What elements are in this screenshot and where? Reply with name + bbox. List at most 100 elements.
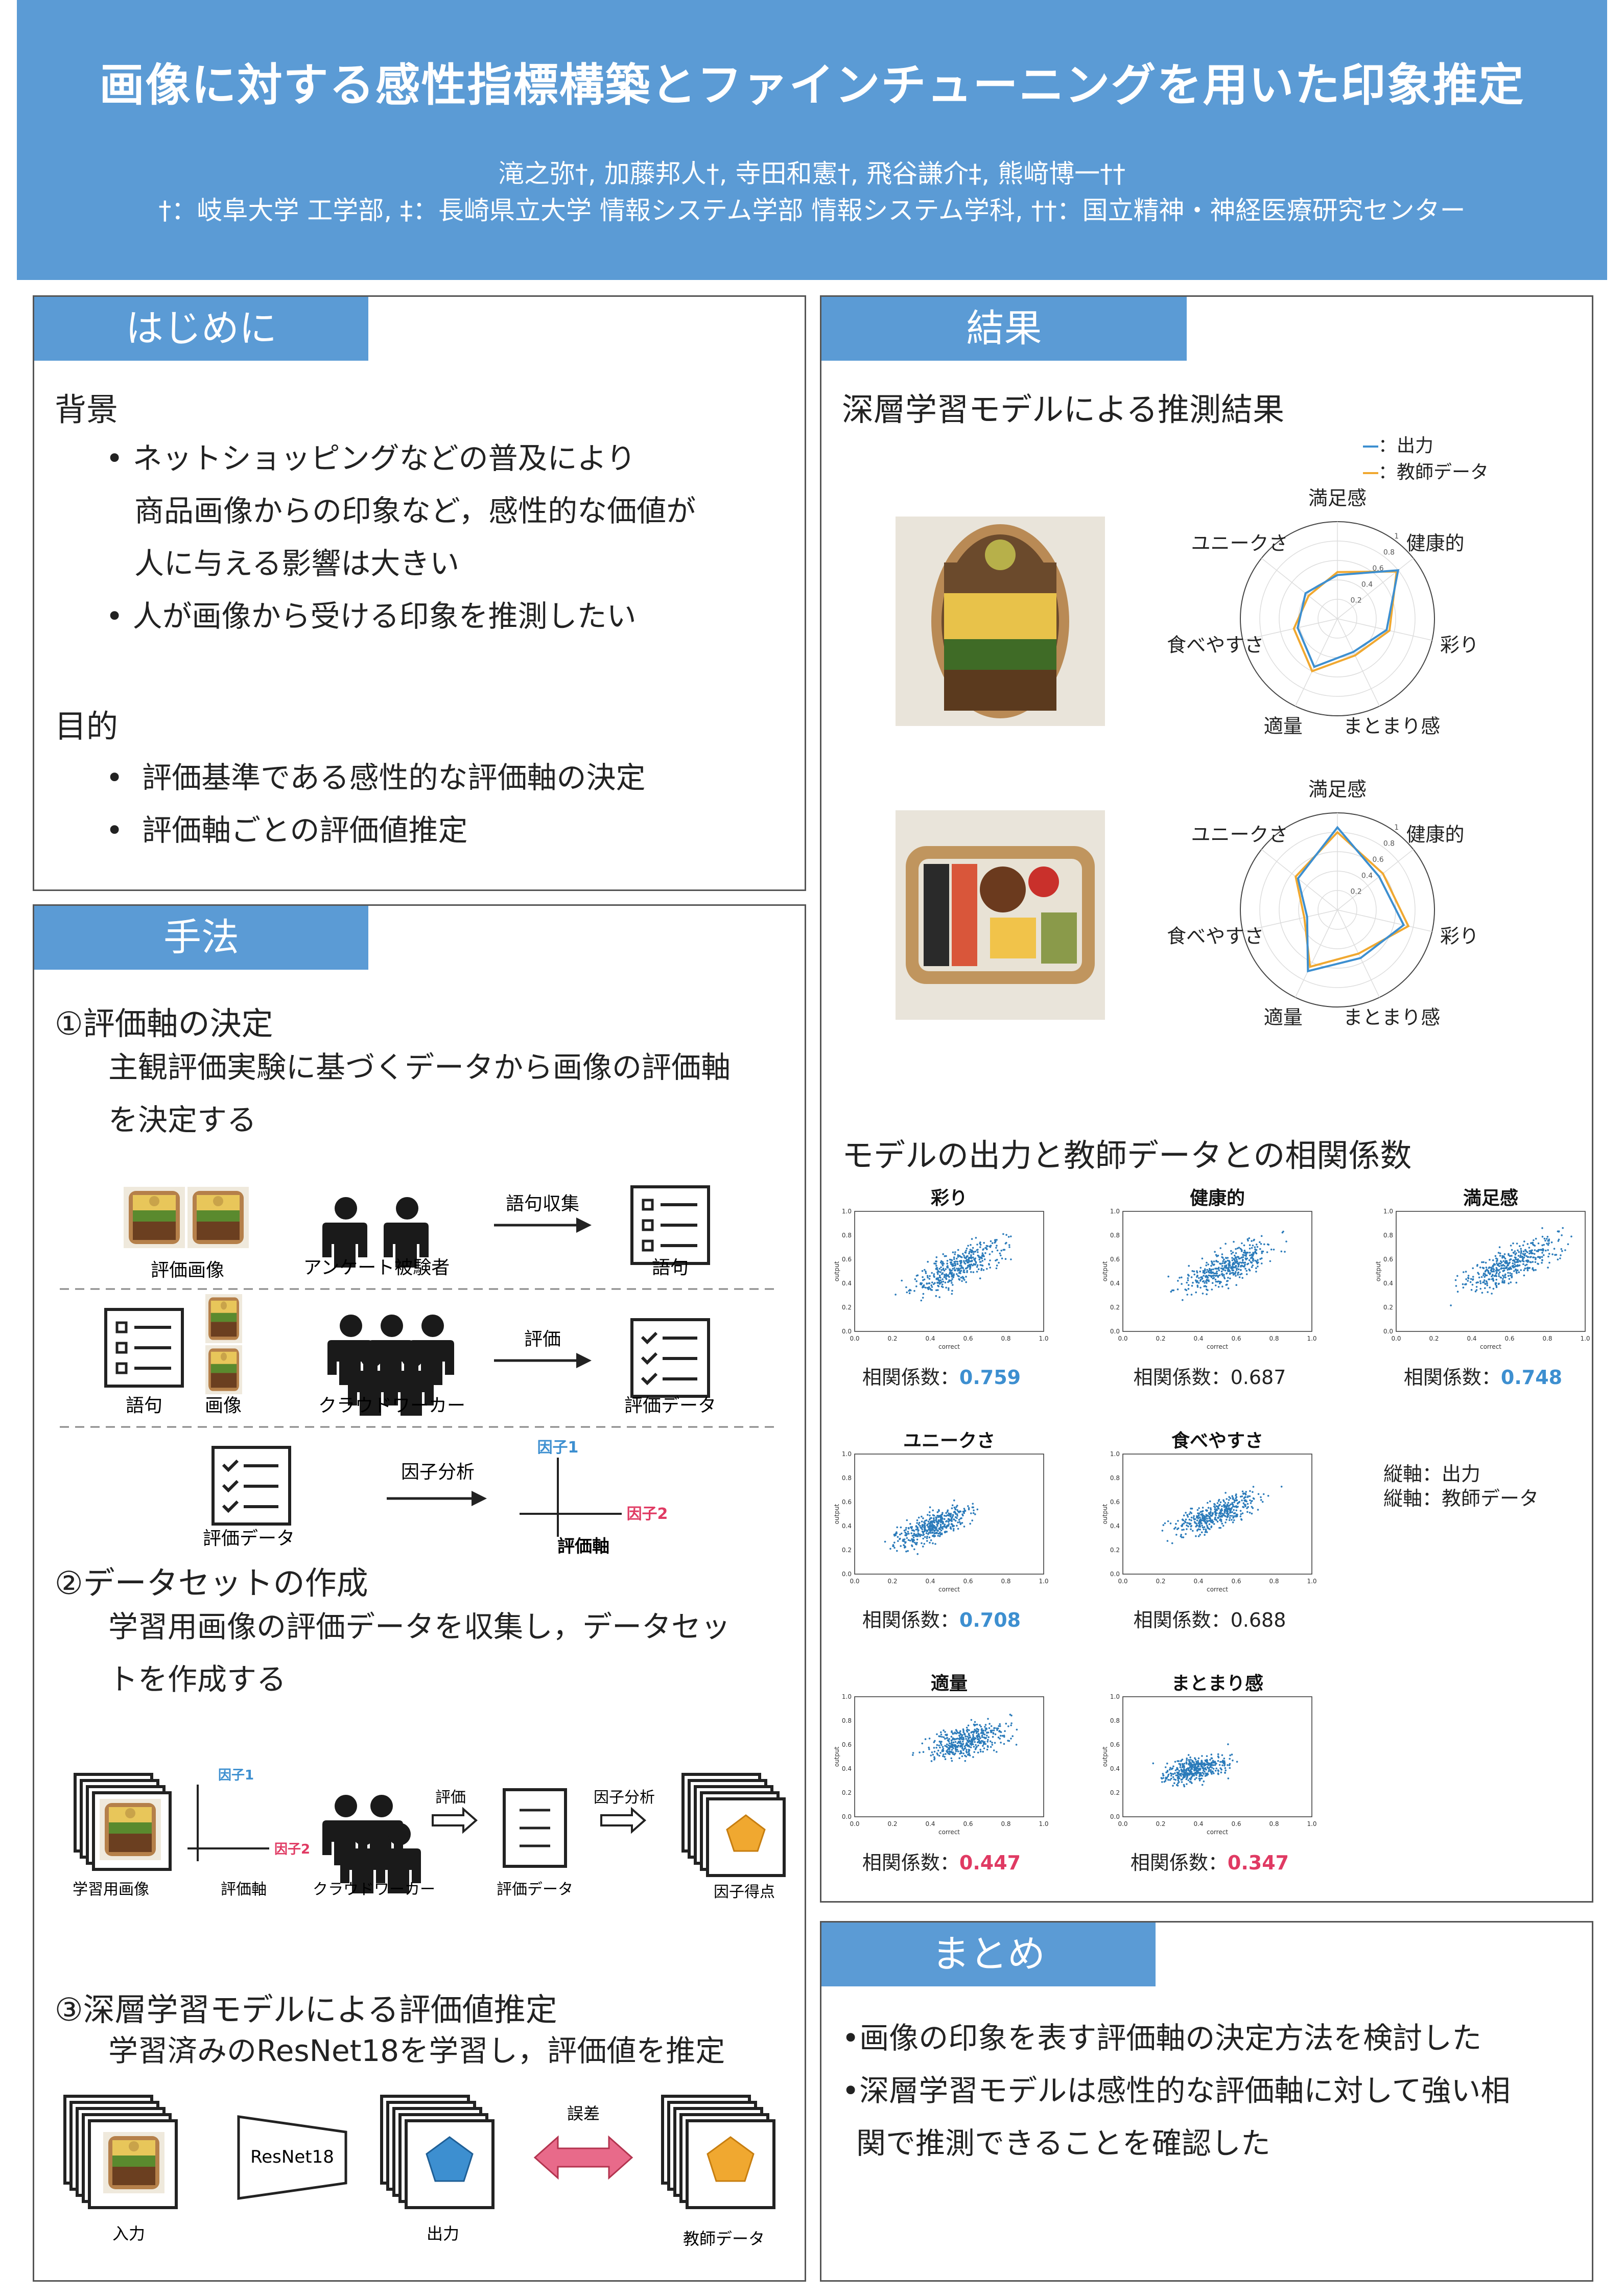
- scatter-point: [1221, 1522, 1223, 1525]
- scatter-point: [1247, 1495, 1249, 1497]
- step1-text-2: を決定する: [108, 1103, 257, 1137]
- scatter-point: [1166, 1771, 1169, 1773]
- scatter-point: [972, 1506, 974, 1509]
- scatter-point: [1539, 1256, 1541, 1258]
- scatter-point: [1487, 1291, 1489, 1293]
- scatter-point: [918, 1521, 921, 1524]
- scatter-point: [936, 1515, 938, 1517]
- scatter-point: [1484, 1287, 1486, 1290]
- scatter-point: [1180, 1775, 1182, 1777]
- y-axis-label: output: [1375, 1261, 1382, 1281]
- scatter-point: [939, 1271, 942, 1273]
- scatter-point: [1010, 1235, 1012, 1237]
- scatter-point: [923, 1284, 925, 1286]
- scatter-point: [944, 1531, 946, 1533]
- scatter-point: [1558, 1238, 1560, 1240]
- scatter-point: [1252, 1253, 1255, 1255]
- scatter-point: [937, 1289, 939, 1291]
- scatter-point: [1244, 1268, 1246, 1270]
- scatter-point: [1244, 1493, 1247, 1496]
- scatter-point: [935, 1277, 938, 1280]
- scatter-point: [1499, 1260, 1502, 1262]
- scatter-point: [1235, 1275, 1237, 1277]
- scatter-point: [1185, 1771, 1187, 1773]
- scatter-point: [1555, 1254, 1558, 1256]
- scatter-point: [947, 1521, 950, 1523]
- scatter-point: [1199, 1267, 1202, 1269]
- scatter-point: [1543, 1237, 1546, 1240]
- scatter-point: [1206, 1509, 1208, 1512]
- scatter-point: [1186, 1514, 1189, 1516]
- scatter-point: [1205, 1275, 1207, 1278]
- scatter-point: [984, 1247, 986, 1249]
- scatter-plot-tekiryou: 適量0.00.00.20.20.40.40.60.60.80.81.01.0co…: [833, 1673, 1049, 1836]
- scatter-point: [1211, 1262, 1213, 1265]
- scatter-point: [1218, 1269, 1220, 1272]
- scatter-point: [965, 1250, 967, 1252]
- scatter-point: [1206, 1755, 1208, 1758]
- scatter-point: [1481, 1261, 1483, 1263]
- scatter-point: [961, 1276, 964, 1278]
- scatter-point: [1522, 1257, 1524, 1259]
- scatter-point: [1256, 1261, 1258, 1263]
- scatter-point: [1269, 1260, 1272, 1262]
- scatter-point: [929, 1541, 931, 1544]
- scatter-point: [1235, 1515, 1237, 1517]
- scatter-point: [1475, 1289, 1478, 1291]
- scatter-point: [1525, 1255, 1527, 1257]
- scatter-point: [929, 1532, 932, 1534]
- scatter-point: [1181, 1276, 1183, 1279]
- scatter-point: [1197, 1760, 1199, 1762]
- scatter-point: [1251, 1240, 1253, 1242]
- scatter-point: [1196, 1767, 1198, 1769]
- scatter-point: [915, 1543, 917, 1545]
- scatter-point: [1217, 1753, 1219, 1755]
- scatter-point: [1284, 1251, 1286, 1253]
- scatter-point: [1232, 1251, 1234, 1254]
- scatter-point: [1196, 1281, 1198, 1283]
- x-axis-label: correct: [938, 1586, 960, 1593]
- scatter-point: [1212, 1275, 1215, 1277]
- radar-tick-label: 0.2: [1350, 888, 1361, 896]
- scatter-point: [1194, 1772, 1197, 1774]
- scatter-point: [1008, 1244, 1010, 1246]
- flow5-output-label: 出力: [427, 2224, 459, 2243]
- scatter-point: [951, 1274, 953, 1276]
- scatter-point: [1532, 1241, 1534, 1244]
- scatter-point: [1206, 1269, 1208, 1271]
- scatter-point: [1207, 1526, 1209, 1528]
- scatter-plot-manzoku: 満足感0.00.00.20.20.40.40.60.60.80.81.01.0c…: [1375, 1188, 1590, 1350]
- x-axis-label: correct: [1207, 1829, 1228, 1836]
- x-tick-label: 0.6: [1231, 1820, 1241, 1828]
- scatter-point: [926, 1530, 929, 1532]
- scatter-point: [1220, 1270, 1223, 1273]
- scatter-point: [946, 1743, 948, 1746]
- scatter-point: [974, 1724, 977, 1726]
- scatter-point: [1214, 1272, 1216, 1275]
- scatter-point: [1499, 1271, 1501, 1273]
- scatter-point: [1224, 1506, 1227, 1508]
- x-tick-label: 0.8: [1001, 1335, 1010, 1342]
- scatter-point: [1259, 1241, 1261, 1244]
- scatter-point: [1511, 1249, 1513, 1251]
- scatter-point: [1184, 1288, 1186, 1291]
- scatter-point: [1181, 1769, 1184, 1771]
- scatter-point: [1561, 1234, 1563, 1236]
- x-tick-label: 0.6: [963, 1578, 973, 1585]
- scatter-point: [951, 1278, 953, 1280]
- y-tick-label: 0.4: [842, 1280, 852, 1287]
- scatter-point: [1000, 1254, 1002, 1257]
- step2-text-1: 学習用画像の評価データを収集し，データセッ: [108, 1609, 731, 1644]
- scatter-point: [938, 1268, 940, 1270]
- scatter-point: [1223, 1267, 1226, 1269]
- scatter-point: [1221, 1513, 1224, 1515]
- scatter-point: [1263, 1243, 1265, 1246]
- scatter-point: [977, 1251, 979, 1253]
- x-tick-label: 0.8: [1269, 1578, 1279, 1585]
- scatter-point: [1238, 1257, 1240, 1260]
- scatter-point: [1199, 1270, 1201, 1273]
- scatter-point: [944, 1275, 946, 1277]
- scatter-point: [1172, 1289, 1175, 1292]
- scatter-point: [963, 1254, 965, 1257]
- scatter-point: [990, 1725, 993, 1727]
